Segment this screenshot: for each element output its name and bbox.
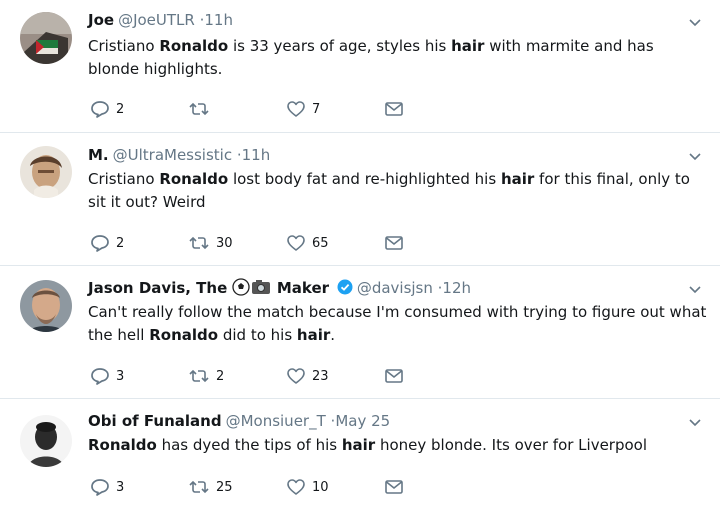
- timestamp[interactable]: ·May 25: [331, 412, 391, 430]
- display-name[interactable]: Joe: [88, 11, 114, 29]
- like-count: 10: [312, 479, 329, 495]
- tweet-card[interactable]: Joe @JoeUTLR ·11h Cristiano Ronaldo is 33…: [0, 0, 720, 133]
- tweet-actions: 3 2 23: [90, 365, 420, 387]
- reply-button[interactable]: 2: [90, 98, 124, 120]
- tweet-text-segment: honey blonde. Its over for Liverpool: [375, 436, 648, 454]
- tweet-actions: 3 25 10: [90, 476, 420, 498]
- tweet-header: Joe @JoeUTLR ·11h: [88, 9, 233, 31]
- reply-icon: [90, 234, 110, 252]
- tweet-card[interactable]: Obi of Funaland @Monsiuer_T ·May 25 Ronal…: [0, 399, 720, 507]
- reply-count: 3: [116, 368, 125, 384]
- highlighted-keyword: hair: [341, 436, 376, 454]
- timestamp[interactable]: ·11h: [200, 11, 233, 29]
- highlighted-keyword: Ronaldo: [159, 37, 229, 55]
- user-handle[interactable]: @davisjsn: [357, 279, 433, 297]
- tweet-actions: 2 30 65: [90, 232, 420, 254]
- retweet-button[interactable]: 30: [188, 232, 233, 254]
- tweet-text: Cristiano Ronaldo lost body fat and re-h…: [88, 168, 700, 214]
- display-name[interactable]: Obi of Funaland: [88, 412, 222, 430]
- tweet-card[interactable]: Jason Davis, The Maker @davisjsn ·12h Ca…: [0, 266, 720, 399]
- direct-message-button[interactable]: [384, 476, 404, 498]
- retweet-button[interactable]: 25: [188, 476, 233, 498]
- retweet-icon: [188, 234, 210, 252]
- tweet-text-segment: lost body fat and re-highlighted his: [228, 170, 501, 188]
- display-name[interactable]: M.: [88, 146, 109, 164]
- highlighted-keyword: Ronaldo: [88, 436, 157, 454]
- like-button[interactable]: 65: [286, 232, 329, 254]
- direct-message-button[interactable]: [384, 98, 404, 120]
- avatar[interactable]: [20, 12, 72, 64]
- display-name[interactable]: Jason Davis, The: [88, 279, 227, 297]
- reply-count: 3: [116, 479, 125, 495]
- like-button[interactable]: 23: [286, 365, 329, 387]
- chevron-down-icon[interactable]: [686, 414, 704, 432]
- tweet-header: Obi of Funaland @Monsiuer_T ·May 25: [88, 410, 390, 432]
- envelope-icon: [384, 100, 404, 118]
- user-handle[interactable]: @UltraMessistic: [113, 146, 232, 164]
- tweet-text-segment: Cristiano: [88, 170, 160, 188]
- avatar[interactable]: [20, 146, 72, 198]
- reply-count: 2: [116, 101, 125, 117]
- retweet-count: 30: [216, 235, 233, 251]
- retweet-icon: [188, 478, 210, 496]
- avatar[interactable]: [20, 280, 72, 332]
- retweet-button[interactable]: [188, 98, 216, 120]
- reply-button[interactable]: 2: [90, 232, 124, 254]
- heart-icon: [286, 478, 306, 496]
- user-handle[interactable]: @JoeUTLR: [118, 11, 195, 29]
- like-button[interactable]: 10: [286, 476, 329, 498]
- tweet-actions: 2 7: [90, 98, 420, 120]
- reply-icon: [90, 367, 110, 385]
- timestamp[interactable]: ·12h: [438, 279, 471, 297]
- reply-button[interactable]: 3: [90, 476, 124, 498]
- chevron-down-icon[interactable]: [686, 148, 704, 166]
- reply-count: 2: [116, 235, 125, 251]
- envelope-icon: [384, 478, 404, 496]
- highlighted-keyword: hair: [296, 326, 331, 344]
- heart-icon: [286, 367, 306, 385]
- tweet-text-segment: .: [330, 326, 336, 344]
- retweet-count: 25: [216, 479, 233, 495]
- heart-icon: [286, 100, 306, 118]
- soccer-ball-camera-emoji: [232, 278, 272, 302]
- display-name-suffix[interactable]: Maker: [277, 279, 329, 297]
- envelope-icon: [384, 234, 404, 252]
- verified-badge-icon: [337, 279, 353, 301]
- like-button[interactable]: 7: [286, 98, 320, 120]
- tweet-text: Cristiano Ronaldo is 33 years of age, st…: [88, 35, 700, 81]
- chevron-down-icon[interactable]: [686, 14, 704, 32]
- like-count: 7: [312, 101, 321, 117]
- like-count: 65: [312, 235, 329, 251]
- direct-message-button[interactable]: [384, 232, 404, 254]
- tweet-card[interactable]: M. @UltraMessistic ·11h Cristiano Ronaldo…: [0, 133, 720, 266]
- chevron-down-icon[interactable]: [686, 281, 704, 299]
- timestamp[interactable]: ·11h: [237, 146, 270, 164]
- envelope-icon: [384, 367, 404, 385]
- retweet-count: 2: [216, 368, 225, 384]
- heart-icon: [286, 234, 306, 252]
- highlighted-keyword: Ronaldo: [149, 326, 219, 344]
- highlighted-keyword: hair: [500, 170, 535, 188]
- reply-button[interactable]: 3: [90, 365, 124, 387]
- tweet-text: Ronaldo has dyed the tips of his hair ho…: [88, 434, 700, 457]
- retweet-icon: [188, 100, 210, 118]
- highlighted-keyword: hair: [451, 37, 485, 55]
- tweet-text-segment: Cristiano: [88, 37, 160, 55]
- tweet-header: Jason Davis, The Maker @davisjsn ·12h: [88, 277, 471, 299]
- like-count: 23: [312, 368, 329, 384]
- direct-message-button[interactable]: [384, 365, 404, 387]
- tweet-text-segment: did to his: [218, 326, 297, 344]
- user-handle[interactable]: @Monsiuer_T: [226, 412, 326, 430]
- tweet-feed: Joe @JoeUTLR ·11h Cristiano Ronaldo is 33…: [0, 0, 720, 507]
- reply-icon: [90, 100, 110, 118]
- retweet-icon: [188, 367, 210, 385]
- retweet-button[interactable]: 2: [188, 365, 224, 387]
- tweet-header: M. @UltraMessistic ·11h: [88, 144, 270, 166]
- highlighted-keyword: Ronaldo: [159, 170, 229, 188]
- avatar[interactable]: [20, 415, 72, 467]
- reply-icon: [90, 478, 110, 496]
- tweet-text-segment: has dyed the tips of his: [156, 436, 342, 454]
- tweet-text: Can't really follow the match because I'…: [88, 301, 708, 347]
- tweet-text-segment: is 33 years of age, styles his: [228, 37, 452, 55]
